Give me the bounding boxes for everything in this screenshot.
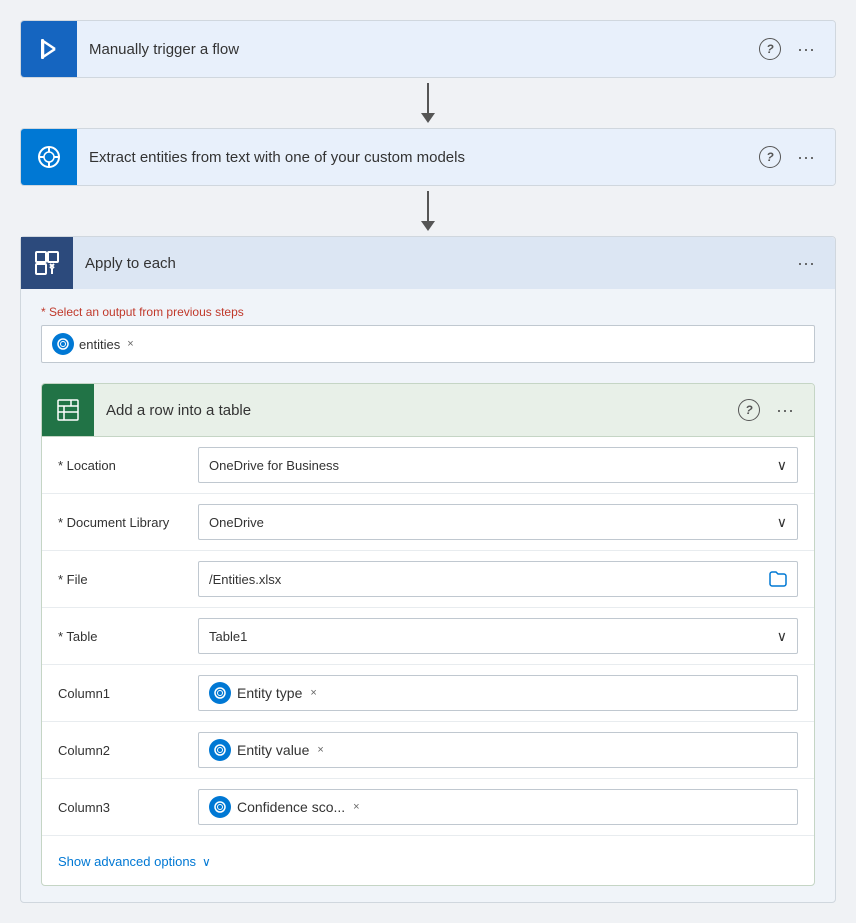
extract-step: Extract entities from text with one of y… bbox=[20, 128, 836, 186]
column1-field[interactable]: Entity type × bbox=[198, 675, 798, 711]
flow-container: Manually trigger a flow ? ··· bbox=[20, 20, 836, 903]
column2-field[interactable]: Entity value × bbox=[198, 732, 798, 768]
trigger-step: Manually trigger a flow ? ··· bbox=[20, 20, 836, 78]
column1-control: Entity type × bbox=[198, 675, 798, 711]
add-row-title: Add a row into a table bbox=[94, 402, 738, 419]
extract-header: Extract entities from text with one of y… bbox=[21, 129, 835, 185]
show-advanced-label: Show advanced options bbox=[58, 854, 196, 869]
add-row-icon bbox=[42, 384, 94, 436]
column3-control: Confidence sco... × bbox=[198, 789, 798, 825]
trigger-icon bbox=[21, 21, 77, 77]
file-row: * File /Entities.xlsx bbox=[42, 551, 814, 608]
file-label: * File bbox=[58, 572, 198, 587]
file-input[interactable]: /Entities.xlsx bbox=[198, 561, 798, 597]
trigger-title: Manually trigger a flow bbox=[77, 41, 759, 58]
column2-row: Column2 Entity value × bbox=[42, 722, 814, 779]
trigger-help-icon[interactable]: ? bbox=[759, 38, 781, 60]
extract-icon bbox=[21, 129, 77, 185]
doc-library-control: OneDrive ∨ bbox=[198, 504, 798, 540]
column3-field[interactable]: Confidence sco... × bbox=[198, 789, 798, 825]
column2-label: Column2 bbox=[58, 743, 198, 758]
table-row: * Table Table1 ∨ bbox=[42, 608, 814, 665]
doc-library-row: * Document Library OneDrive ∨ bbox=[42, 494, 814, 551]
table-value: Table1 bbox=[209, 629, 777, 644]
add-row-header: Add a row into a table ? ··· bbox=[42, 384, 814, 437]
column2-tag-text: Entity value bbox=[237, 742, 309, 758]
add-row-body: * Location OneDrive for Business ∨ * Doc… bbox=[42, 437, 814, 885]
extract-more-button[interactable]: ··· bbox=[793, 143, 819, 172]
trigger-actions: ? ··· bbox=[759, 35, 835, 64]
location-dropdown[interactable]: OneDrive for Business ∨ bbox=[198, 447, 798, 483]
column1-row: Column1 Entity type × bbox=[42, 665, 814, 722]
show-advanced-button[interactable]: Show advanced options ∨ bbox=[42, 840, 227, 879]
apply-actions: ··· bbox=[793, 249, 835, 278]
column1-tag-icon bbox=[209, 682, 231, 704]
connector-1 bbox=[421, 78, 435, 128]
file-control: /Entities.xlsx bbox=[198, 561, 798, 597]
show-advanced-chevron-icon: ∨ bbox=[202, 855, 211, 869]
entities-tag-text: entities bbox=[79, 337, 120, 352]
column3-tag-close[interactable]: × bbox=[353, 801, 359, 813]
column2-tag-close[interactable]: × bbox=[317, 744, 323, 756]
doc-library-value: OneDrive bbox=[209, 515, 777, 530]
add-row-more-button[interactable]: ··· bbox=[772, 396, 798, 425]
trigger-more-button[interactable]: ··· bbox=[793, 35, 819, 64]
location-label: * Location bbox=[58, 458, 198, 473]
location-value: OneDrive for Business bbox=[209, 458, 777, 473]
doc-library-arrow-icon: ∨ bbox=[777, 514, 787, 531]
column3-tag-icon bbox=[209, 796, 231, 818]
table-arrow-icon: ∨ bbox=[777, 628, 787, 645]
apply-body: * Select an output from previous steps e… bbox=[21, 289, 835, 902]
table-label: * Table bbox=[58, 629, 198, 644]
location-control: OneDrive for Business ∨ bbox=[198, 447, 798, 483]
apply-icon bbox=[21, 237, 73, 289]
add-row-card: Add a row into a table ? ··· * Location bbox=[41, 383, 815, 886]
entities-tag-close[interactable]: × bbox=[127, 338, 133, 350]
column1-tag-text: Entity type bbox=[237, 685, 302, 701]
connector-2 bbox=[421, 186, 435, 236]
table-dropdown[interactable]: Table1 ∨ bbox=[198, 618, 798, 654]
extract-help-icon[interactable]: ? bbox=[759, 146, 781, 168]
column3-label: Column3 bbox=[58, 800, 198, 815]
select-output-label: * Select an output from previous steps bbox=[41, 305, 815, 319]
add-row-help-icon[interactable]: ? bbox=[738, 399, 760, 421]
apply-more-button[interactable]: ··· bbox=[793, 249, 819, 278]
column2-control: Entity value × bbox=[198, 732, 798, 768]
table-control: Table1 ∨ bbox=[198, 618, 798, 654]
file-value: /Entities.xlsx bbox=[209, 572, 769, 587]
entities-tag-icon bbox=[52, 333, 74, 355]
trigger-header: Manually trigger a flow ? ··· bbox=[21, 21, 835, 77]
entities-input[interactable]: entities × bbox=[41, 325, 815, 363]
entities-tag-pill: entities × bbox=[52, 333, 134, 355]
column1-tag-close[interactable]: × bbox=[310, 687, 316, 699]
file-folder-icon bbox=[769, 571, 787, 587]
column3-tag-text: Confidence sco... bbox=[237, 799, 345, 815]
doc-library-label: * Document Library bbox=[58, 515, 198, 530]
add-row-actions: ? ··· bbox=[738, 396, 814, 425]
apply-header: Apply to each ··· bbox=[21, 237, 835, 289]
extract-actions: ? ··· bbox=[759, 143, 835, 172]
doc-library-dropdown[interactable]: OneDrive ∨ bbox=[198, 504, 798, 540]
column1-label: Column1 bbox=[58, 686, 198, 701]
column3-row: Column3 Confidence sco... bbox=[42, 779, 814, 836]
location-arrow-icon: ∨ bbox=[777, 457, 787, 474]
extract-title: Extract entities from text with one of y… bbox=[77, 149, 759, 166]
apply-each-step: Apply to each ··· * Select an output fro… bbox=[20, 236, 836, 903]
location-row: * Location OneDrive for Business ∨ bbox=[42, 437, 814, 494]
apply-title: Apply to each bbox=[73, 255, 793, 272]
column2-tag-icon bbox=[209, 739, 231, 761]
